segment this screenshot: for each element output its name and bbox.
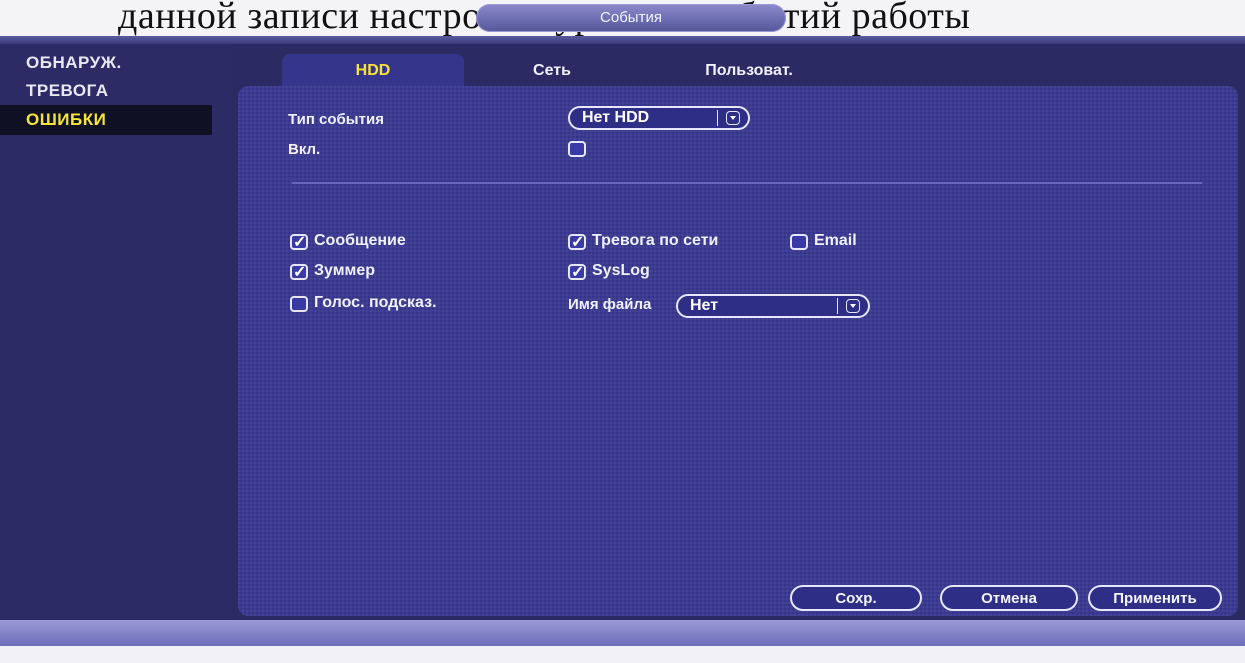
message-checkbox[interactable] [290,232,308,252]
enable-checkbox[interactable] [568,141,586,157]
select-separator [717,110,718,126]
tab-user[interactable]: Пользоват. [684,54,814,88]
syslog-checkbox[interactable] [568,262,586,282]
window-title: События [476,4,786,32]
title-bar [0,36,1245,44]
net-alarm-checkbox[interactable] [568,232,586,252]
event-type-value: Нет HDD [582,109,650,126]
sidebar-item-alarm[interactable]: ТРЕВОГА [0,76,212,106]
tab-network[interactable]: Сеть [510,54,594,88]
sidebar-item-errors[interactable]: ОШИБКИ [0,105,212,135]
email-checkbox[interactable] [790,234,808,250]
net-alarm-label: Тревога по сети [592,232,719,249]
buzzer-checkbox[interactable] [290,262,308,282]
voice-prompt-checkbox[interactable] [290,296,308,312]
dvr-screen: данной записи настроек журналов событий … [0,0,1245,663]
cancel-button[interactable]: Отмена [940,585,1078,611]
event-type-select[interactable]: Нет HDD [568,106,750,130]
filename-value: Нет [690,297,719,314]
voice-prompt-label: Голос. подсказ. [314,294,437,311]
sidebar: ОБНАРУЖ. ТРЕВОГА ОШИБКИ [0,44,232,619]
save-button[interactable]: Сохр. [790,585,922,611]
apply-button[interactable]: Применить [1088,585,1222,611]
syslog-label: SysLog [592,262,650,279]
bottom-bar [0,620,1245,646]
section-divider [292,182,1202,184]
buzzer-label: Зуммер [314,262,376,279]
chevron-down-icon [726,111,740,125]
tab-hdd[interactable]: HDD [282,54,464,88]
select-separator [837,298,838,314]
settings-panel [238,86,1238,616]
enable-label: Вкл. [288,141,321,158]
event-type-label: Тип события [288,111,384,128]
sidebar-item-detect[interactable]: ОБНАРУЖ. [0,48,212,78]
message-label: Сообщение [314,232,406,249]
filename-select[interactable]: Нет [676,294,870,318]
bottom-strip [0,646,1245,663]
email-label: Email [814,232,857,249]
filename-label: Имя файла [568,296,652,313]
chevron-down-icon [846,299,860,313]
